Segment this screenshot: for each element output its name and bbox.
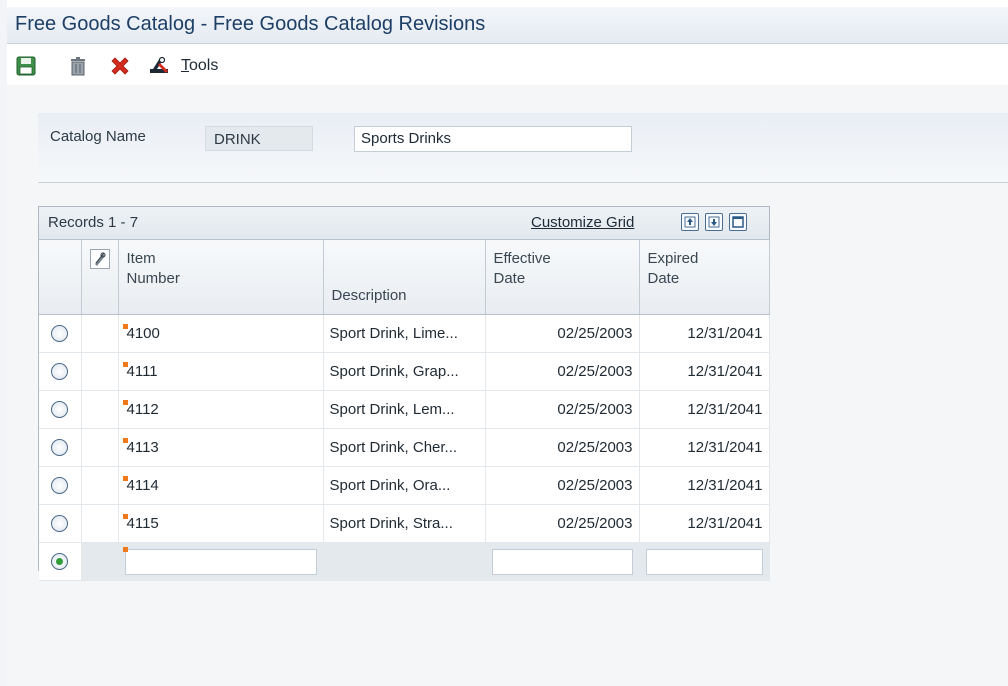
effective-date-cell[interactable]: 02/25/2003 (485, 466, 640, 505)
row-select-cell[interactable] (39, 390, 82, 429)
table-row[interactable]: 4115 Sport Drink, Stra... 02/25/2003 12/… (39, 504, 770, 543)
expired-date-cell[interactable]: 12/31/2041 (639, 390, 770, 429)
table-header-row: Item Number Description Effective Date E… (39, 240, 770, 315)
expired-date-input[interactable] (645, 548, 763, 575)
maximize-grid-icon[interactable] (729, 213, 747, 231)
select-column-header (39, 240, 82, 315)
window-title: Free Goods Catalog - Free Goods Catalog … (15, 13, 486, 35)
new-entry-row[interactable] (39, 542, 770, 581)
table-row[interactable]: 4112 Sport Drink, Lem... 02/25/2003 12/3… (39, 390, 770, 429)
item-number-text: 4114 (126, 477, 159, 494)
row-edit-cell (81, 542, 119, 581)
item-number-cell[interactable]: 4100 (118, 314, 324, 353)
item-number-cell[interactable]: 4115 (118, 504, 324, 543)
row-edit-cell (81, 390, 119, 429)
row-edit-cell (81, 504, 119, 543)
item-number-cell[interactable]: 4114 (118, 466, 324, 505)
description-header[interactable]: Description (323, 240, 486, 315)
description-cell[interactable]: Sport Drink, Lime... (323, 314, 486, 353)
effective-date-cell[interactable]: 02/25/2003 (485, 314, 640, 353)
toolbar: Tools (7, 45, 1008, 85)
effective-date-input[interactable] (491, 548, 633, 575)
expired-date-cell[interactable]: 12/31/2041 (639, 314, 770, 353)
description-cell[interactable]: Sport Drink, Ora... (323, 466, 486, 505)
description-cell[interactable]: Sport Drink, Cher... (323, 428, 486, 467)
effective-date-cell[interactable]: 02/25/2003 (485, 428, 640, 467)
effective-date-cell[interactable]: 02/25/2003 (485, 504, 640, 543)
title-bar: Free Goods Catalog - Free Goods Catalog … (7, 7, 1008, 44)
row-radio[interactable] (51, 439, 69, 457)
item-number-text: 4113 (126, 439, 159, 456)
row-edit-cell (81, 428, 119, 467)
tools-menu[interactable]: Tools (181, 57, 218, 75)
description-cell (323, 542, 486, 581)
expired-date-header[interactable]: Expired Date (639, 240, 770, 315)
expired-date-cell[interactable] (639, 542, 770, 581)
red-x-icon[interactable] (109, 55, 131, 77)
table-row[interactable]: 4111 Sport Drink, Grap... 02/25/2003 12/… (39, 352, 770, 391)
effective-date-cell[interactable] (485, 542, 640, 581)
row-radio-selected[interactable] (51, 553, 69, 571)
expired-date-cell[interactable]: 12/31/2041 (639, 504, 770, 543)
table-row[interactable]: 4100 Sport Drink, Lime... 02/25/2003 12/… (39, 314, 770, 353)
item-number-text: 4111 (126, 363, 158, 380)
row-select-cell[interactable] (39, 542, 82, 581)
effective-date-header[interactable]: Effective Date (485, 240, 640, 315)
description-cell[interactable]: Sport Drink, Lem... (323, 390, 486, 429)
effective-date-cell[interactable]: 02/25/2003 (485, 390, 640, 429)
edit-column-header[interactable] (81, 240, 119, 315)
expired-date-cell[interactable]: 12/31/2041 (639, 428, 770, 467)
item-number-text: 4115 (126, 515, 159, 532)
catalog-table: Item Number Description Effective Date E… (39, 240, 770, 581)
row-select-cell[interactable] (39, 466, 82, 505)
tools-icon[interactable] (148, 55, 170, 77)
catalog-description-field[interactable]: Sports Drinks (354, 126, 632, 152)
tools-label-accel: T (181, 57, 189, 74)
expired-date-cell[interactable]: 12/31/2041 (639, 352, 770, 391)
header-panel: Catalog Name DRINK Sports Drinks (38, 113, 1008, 183)
item-number-cell[interactable]: 4111 (118, 352, 324, 391)
item-number-cell[interactable]: 4112 (118, 390, 324, 429)
row-edit-cell (81, 466, 119, 505)
grid-toolbar: Records 1 - 7 Customize Grid (39, 207, 769, 240)
tools-label-rest: ools (189, 57, 219, 74)
row-select-cell[interactable] (39, 314, 82, 353)
row-radio[interactable] (51, 363, 69, 381)
item-number-text: 4112 (126, 401, 159, 418)
floppy-disk-icon[interactable] (15, 55, 37, 77)
item-number-text: 4100 (126, 325, 160, 342)
effective-date-cell[interactable]: 02/25/2003 (485, 352, 640, 391)
catalog-code-field: DRINK (205, 126, 313, 151)
item-number-cell[interactable]: 4113 (118, 428, 324, 467)
content-area: Catalog Name DRINK Sports Drinks Records… (7, 85, 1008, 686)
row-radio[interactable] (51, 515, 69, 533)
export-icon[interactable] (681, 213, 699, 231)
left-edge-strip (0, 0, 7, 686)
row-edit-cell (81, 352, 119, 391)
item-number-cell[interactable] (118, 542, 324, 581)
import-icon[interactable] (705, 213, 723, 231)
flag-marker (122, 547, 128, 552)
trash-can-icon[interactable] (67, 55, 89, 77)
table-row[interactable]: 4114 Sport Drink, Ora... 02/25/2003 12/3… (39, 466, 770, 505)
paperclip-edit-icon[interactable] (89, 249, 110, 269)
item-number-input[interactable] (124, 548, 317, 575)
row-edit-cell (81, 314, 119, 353)
customize-grid-link[interactable]: Customize Grid (531, 214, 634, 231)
expired-date-cell[interactable]: 12/31/2041 (639, 466, 770, 505)
description-cell[interactable]: Sport Drink, Stra... (323, 504, 486, 543)
row-select-cell[interactable] (39, 352, 82, 391)
records-count: Records 1 - 7 (48, 214, 139, 231)
description-cell[interactable]: Sport Drink, Grap... (323, 352, 486, 391)
item-number-header[interactable]: Item Number (118, 240, 324, 315)
catalog-grid: Records 1 - 7 Customize Grid Item Number… (38, 206, 770, 581)
row-radio[interactable] (51, 325, 69, 343)
catalog-name-label: Catalog Name (50, 128, 146, 145)
row-select-cell[interactable] (39, 504, 82, 543)
table-row[interactable]: 4113 Sport Drink, Cher... 02/25/2003 12/… (39, 428, 770, 467)
row-radio[interactable] (51, 477, 69, 495)
row-select-cell[interactable] (39, 428, 82, 467)
row-radio[interactable] (51, 401, 69, 419)
